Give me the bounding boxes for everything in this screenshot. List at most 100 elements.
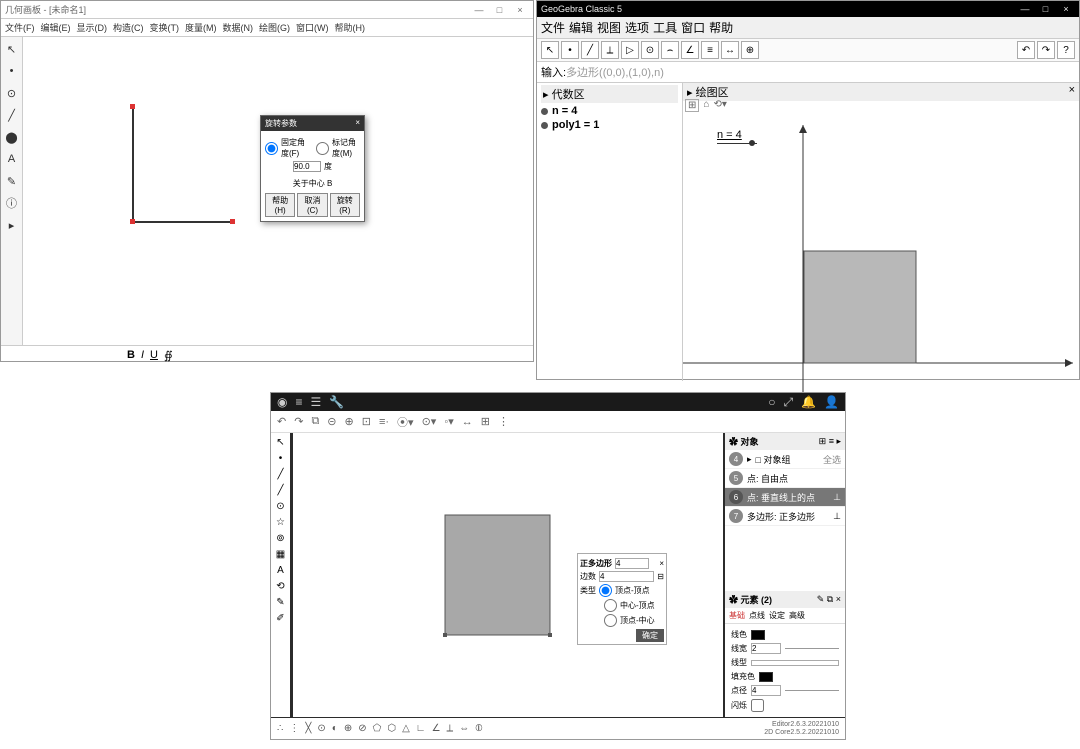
psize-slider[interactable] <box>785 690 839 691</box>
bt-hexagon-icon[interactable]: ⬡ <box>387 723 396 734</box>
elem-edit-icon[interactable]: ✎ <box>817 594 825 604</box>
segment-tool-icon[interactable]: ╱ <box>277 469 283 480</box>
titlebar[interactable]: GeoGebra Classic 5 — □ × <box>537 1 1079 17</box>
align-icon[interactable]: ≡· <box>379 416 389 428</box>
ring-tool-icon[interactable]: ⊚ <box>276 533 284 544</box>
zoom-out-icon[interactable]: ⊝ <box>327 415 336 428</box>
close-button[interactable]: × <box>1057 4 1075 14</box>
target-dropdown-icon[interactable]: ⦿▾ <box>397 414 414 430</box>
grid-tool-icon[interactable]: ▦ <box>276 549 285 560</box>
bt-slash-icon[interactable]: ⊘ <box>358 723 366 734</box>
undo-icon[interactable]: ↶ <box>1017 41 1035 59</box>
dlg-ok-button[interactable]: 确定 <box>636 629 664 642</box>
menu-file[interactable]: 文件(F) <box>5 21 35 34</box>
point-tool-icon[interactable]: • <box>561 41 579 59</box>
bt-last-icon[interactable]: ⦶ <box>475 723 482 734</box>
object-row-6[interactable]: 6 点: 垂直线上的点 ⊥ <box>725 488 845 507</box>
custom-tool-icon[interactable]: ▸ <box>3 217 20 233</box>
tab-settings[interactable]: 设定 <box>769 610 785 621</box>
stepper-icon[interactable]: ⊟ <box>657 572 664 581</box>
minimize-button[interactable]: — <box>1016 4 1034 14</box>
maximize-button[interactable]: □ <box>1036 4 1054 14</box>
menu-data[interactable]: 数据(N) <box>223 21 254 34</box>
polygon-tool-icon[interactable]: ▷ <box>621 41 639 59</box>
menu-edit[interactable]: 编辑(E) <box>41 21 71 34</box>
point-tool-icon[interactable]: • <box>3 63 20 79</box>
bt-pentagon-icon[interactable]: ⬠ <box>373 723 382 734</box>
alg-item-poly1[interactable]: poly1 = 1 <box>541 119 678 131</box>
circle-tool-icon[interactable]: ⊙ <box>3 85 20 101</box>
redo-icon[interactable]: ↷ <box>294 415 303 428</box>
wrench-icon[interactable]: 🔧 <box>329 395 344 409</box>
text-tool-icon[interactable]: A <box>3 151 20 167</box>
blink-checkbox[interactable] <box>751 699 764 712</box>
elem-copy-icon[interactable]: ⧉ <box>827 594 833 604</box>
elem-close-icon[interactable]: × <box>836 594 841 604</box>
transform-tool-icon[interactable]: ↔ <box>721 41 739 59</box>
titlebar[interactable]: 几何画板 - [未命名1] — □ × <box>1 1 533 19</box>
menu-window[interactable]: 窗口(W) <box>296 21 329 34</box>
graphics-view[interactable]: ▸ 绘图区 × ⊞ ⌂ ⟲▾ n = 4 <box>683 83 1079 381</box>
width-slider[interactable] <box>785 648 839 649</box>
obj-hdr-play-icon[interactable]: ▸ <box>836 436 841 446</box>
menu-window[interactable]: 窗口 <box>681 19 705 36</box>
drawing-canvas[interactable]: 正多边形 × 边数 ⊟ 类型 顶点-顶点 中心-顶点 顶点-中心 确定 <box>293 433 723 717</box>
menu-view[interactable]: 视图 <box>597 19 621 36</box>
circle-icon[interactable]: ○ <box>768 395 775 409</box>
move-view-tool-icon[interactable]: ⊕ <box>741 41 759 59</box>
slider-n[interactable]: n = 4 <box>717 129 757 144</box>
bt-triangle-icon[interactable]: △ <box>402 723 410 734</box>
select-tool-icon[interactable]: ↖ <box>276 437 284 448</box>
bt-angle-icon[interactable]: ∠ <box>432 723 441 734</box>
star-tool-icon[interactable]: ☆ <box>276 517 285 528</box>
fill-color-swatch[interactable] <box>759 672 773 682</box>
fit-icon[interactable]: ⊡ <box>362 415 371 428</box>
graphics-close-icon[interactable]: × <box>1069 84 1075 100</box>
close-button[interactable]: × <box>511 5 529 15</box>
line-tool-icon[interactable]: ╱ <box>277 485 283 496</box>
circle-dropdown-icon[interactable]: ⊙▾ <box>422 415 437 428</box>
undo-icon[interactable]: ↶ <box>277 415 286 428</box>
menu-display[interactable]: 显示(D) <box>77 21 108 34</box>
fullscreen-icon[interactable]: ⤢ <box>783 395 793 410</box>
tab-advanced[interactable]: 高级 <box>789 610 805 621</box>
line-color-swatch[interactable] <box>751 630 765 640</box>
move-tool-icon[interactable]: ↖ <box>541 41 559 59</box>
avatar-icon[interactable]: 👤 <box>824 395 839 409</box>
arc-tool-icon[interactable]: ⌢ <box>661 41 679 59</box>
logo-icon[interactable]: ◉ <box>277 395 287 409</box>
circle-tool-icon[interactable]: ⊙ <box>276 501 284 512</box>
more-icon[interactable]: ⋮ <box>498 415 509 428</box>
menu-icon[interactable]: ≡ <box>295 395 302 409</box>
menu-measure[interactable]: 度量(M) <box>185 21 217 34</box>
home-icon[interactable]: ⌂ <box>703 99 709 112</box>
math-format-icon[interactable]: ∯ <box>164 349 173 362</box>
angle-tool-icon[interactable]: ∠ <box>681 41 699 59</box>
rotate-tool-icon[interactable]: ⟲ <box>276 581 284 592</box>
menu-construct[interactable]: 构造(C) <box>113 21 144 34</box>
line-width-input[interactable] <box>751 643 781 654</box>
object-row-7[interactable]: 7 多边形: 正多边形 ⊥ <box>725 507 845 526</box>
menu-graph[interactable]: 绘图(G) <box>259 21 290 34</box>
dialog-close-icon[interactable]: × <box>355 118 360 129</box>
underline-button[interactable]: U <box>150 349 158 362</box>
bt-cross-icon[interactable]: ╳ <box>305 723 311 734</box>
menu-help[interactable]: 帮助(H) <box>335 21 366 34</box>
sides-input[interactable] <box>599 571 654 582</box>
bold-button[interactable]: B <box>127 349 135 362</box>
bt-halfcircle-icon[interactable]: ◐ <box>332 723 338 734</box>
menu-edit[interactable]: 编辑 <box>569 19 593 36</box>
menu-help[interactable]: 帮助 <box>709 19 733 36</box>
tab-basic[interactable]: 基础 <box>729 610 745 621</box>
algebra-header[interactable]: ▸ 代数区 <box>541 85 678 103</box>
select-all-link[interactable]: 全选 <box>823 453 841 466</box>
object-row-5[interactable]: 5 点: 自由点 <box>725 469 845 488</box>
bt-plus-icon[interactable]: ⊕ <box>344 723 352 734</box>
object-row-4[interactable]: 4▸ □ 对象组 全选 <box>725 450 845 469</box>
dot-dropdown-icon[interactable]: ◦▾ <box>444 415 453 428</box>
dialog-title-bar[interactable]: 旋转参数 × <box>261 116 364 131</box>
line-tool-icon[interactable]: ╱ <box>581 41 599 59</box>
edit-tool-icon[interactable]: ✐ <box>276 613 284 624</box>
list-icon[interactable]: ☰ <box>311 395 322 409</box>
fixed-angle-radio[interactable] <box>265 142 278 155</box>
